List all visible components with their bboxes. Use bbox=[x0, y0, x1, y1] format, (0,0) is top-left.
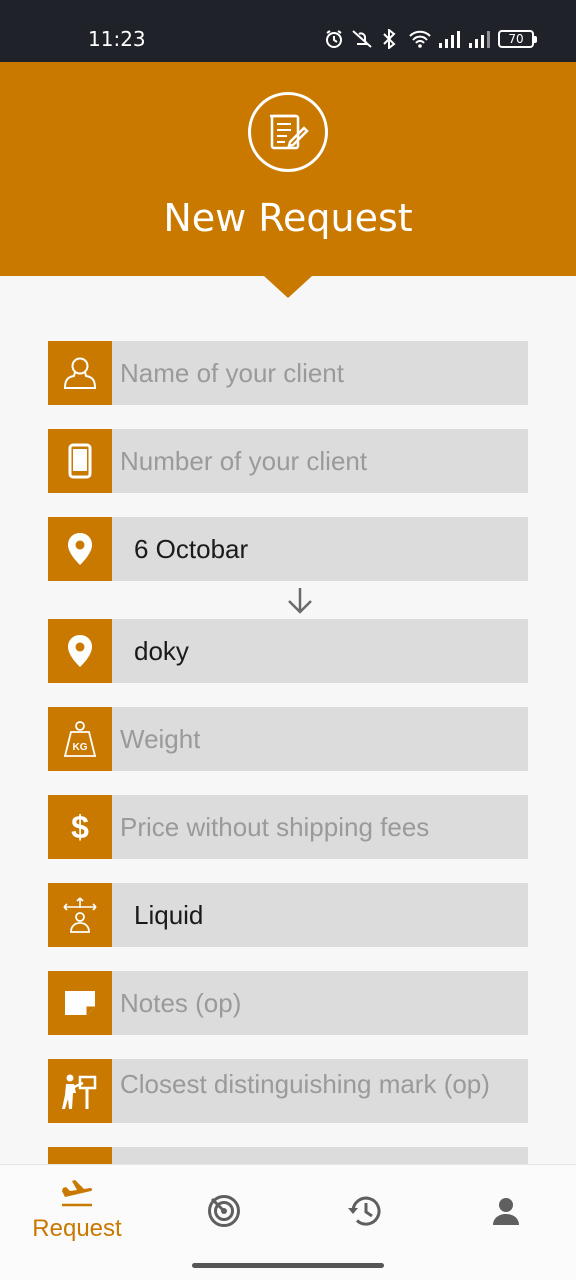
arrow-down-icon bbox=[288, 588, 312, 614]
document-edit-icon bbox=[248, 92, 328, 172]
nav-label-request: Request bbox=[32, 1215, 122, 1242]
weight-icon-label: KG bbox=[73, 742, 88, 753]
client-number-field[interactable]: Number of your client bbox=[48, 429, 528, 493]
to-location-field[interactable]: doky bbox=[48, 619, 528, 683]
signal-icon-1 bbox=[439, 31, 460, 48]
price-field[interactable]: $ Price without shipping fees bbox=[48, 795, 528, 859]
status-bar: 11:23 70 bbox=[0, 0, 576, 62]
dollar-icon: $ bbox=[48, 795, 112, 859]
landmark-field[interactable]: Closest distinguishing mark (op) bbox=[48, 1059, 528, 1123]
note-icon bbox=[48, 971, 112, 1035]
notes-input[interactable]: Notes (op) bbox=[112, 988, 241, 1019]
nav-item-request[interactable]: Request bbox=[24, 1165, 130, 1257]
package-type-field[interactable]: Liquid bbox=[48, 883, 528, 947]
package-type-value[interactable]: Liquid bbox=[112, 900, 203, 931]
person-icon bbox=[48, 341, 112, 405]
header-caret bbox=[264, 276, 312, 298]
nav-item-history[interactable] bbox=[332, 1165, 396, 1257]
from-location-field[interactable]: 6 Octobar bbox=[48, 517, 528, 581]
landmark-input[interactable]: Closest distinguishing mark (op) bbox=[112, 1059, 490, 1115]
client-name-field[interactable]: Name of your client bbox=[48, 341, 528, 405]
battery-indicator: 70 bbox=[498, 30, 537, 48]
bluetooth-icon bbox=[383, 29, 396, 49]
from-location-value[interactable]: 6 Octobar bbox=[112, 534, 248, 565]
status-time: 11:23 bbox=[88, 27, 146, 51]
silent-icon bbox=[352, 30, 372, 48]
weight-input[interactable]: Weight bbox=[112, 724, 200, 755]
price-input[interactable]: Price without shipping fees bbox=[112, 812, 429, 843]
nav-item-radar[interactable] bbox=[192, 1165, 256, 1257]
alarm-icon bbox=[326, 30, 342, 48]
weight-kg-icon: KG bbox=[48, 707, 112, 771]
status-icons: 70 bbox=[324, 26, 537, 52]
profile-icon bbox=[493, 1198, 519, 1225]
phone-icon bbox=[48, 429, 112, 493]
nav-item-profile[interactable] bbox=[474, 1165, 538, 1257]
location-pin-icon bbox=[48, 517, 112, 581]
wifi-icon bbox=[409, 30, 431, 48]
notes-field[interactable]: Notes (op) bbox=[48, 971, 528, 1035]
package-type-icon bbox=[48, 883, 112, 947]
history-icon bbox=[348, 1196, 381, 1226]
client-number-input[interactable]: Number of your client bbox=[112, 446, 367, 477]
to-location-value[interactable]: doky bbox=[112, 636, 189, 667]
home-indicator bbox=[192, 1263, 384, 1268]
location-pin-icon bbox=[48, 619, 112, 683]
dollar-sign: $ bbox=[71, 808, 89, 845]
signal-icon-2 bbox=[469, 31, 490, 48]
airplane-icon bbox=[62, 1180, 93, 1207]
page-title: New Request bbox=[163, 196, 413, 240]
weight-field[interactable]: KG Weight bbox=[48, 707, 528, 771]
client-name-input[interactable]: Name of your client bbox=[112, 358, 344, 389]
radar-icon bbox=[208, 1195, 240, 1227]
landmark-sign-icon bbox=[48, 1059, 112, 1123]
